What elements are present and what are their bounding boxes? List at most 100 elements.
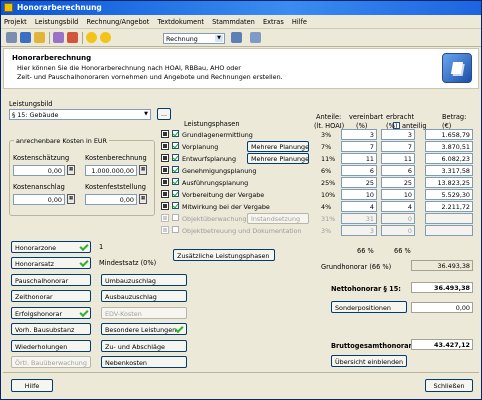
vereinbart-header: vereinbart — [349, 113, 384, 121]
phase-vereinbart-input: 3 — [341, 225, 377, 236]
menu-stammdaten[interactable]: Stammdaten — [209, 15, 258, 26]
phase-checkbox[interactable] — [172, 142, 179, 149]
sonderpositionen-button[interactable]: Sonderpositionen — [331, 301, 407, 313]
leistungsbild-select[interactable]: § 15: Gebäude ▼ — [9, 109, 151, 120]
phase-hoai-share: 25% — [321, 179, 336, 187]
menu-hilfe[interactable]: Hilfe — [289, 15, 310, 26]
anteile-sub-header: (lt. HOAI) — [314, 122, 345, 130]
ausbauzuschlag-button[interactable]: Ausbauzuschlag — [101, 290, 187, 302]
leistungsbild-more-button[interactable]: ... — [157, 108, 171, 120]
view-icon[interactable] — [161, 178, 169, 186]
menu-leistungsbild[interactable]: Leistungsbild — [32, 15, 81, 26]
phase-erbracht-input[interactable]: 25 — [381, 177, 415, 188]
menu-rechnung-angebot[interactable]: Rechnung/Angebot — [83, 15, 152, 26]
phase-erbracht-input[interactable]: 11 — [381, 153, 415, 164]
phase-vereinbart-input[interactable]: 11 — [341, 153, 377, 164]
vorhandene-bausubstanz-button[interactable]: Vorh. Bausubstanz — [11, 323, 91, 335]
view-icon[interactable] — [161, 142, 169, 150]
kostenberechnung-input[interactable]: 1.000.000,00 — [85, 165, 137, 176]
nebenkosten-button[interactable]: Nebenkosten — [101, 356, 187, 368]
phase-checkbox[interactable] — [172, 178, 179, 185]
phase-checkbox — [172, 226, 179, 233]
uebersicht-einblenden-button[interactable]: Übersicht einblenden — [331, 355, 407, 367]
chevron-down-icon: ▼ — [144, 111, 148, 117]
phase-vereinbart-input[interactable]: 6 — [341, 165, 377, 176]
phase-hoai-share: 4% — [321, 203, 332, 211]
paint-icon[interactable] — [67, 32, 78, 43]
calculator-icon[interactable]: ▦ — [139, 165, 147, 175]
zusaetzliche-leistungsphasen-button[interactable]: Zusätzliche Leistungsphasen — [173, 249, 275, 261]
kostenanschlag-label: Kostenanschlag — [13, 183, 65, 191]
view-icon[interactable] — [161, 130, 169, 138]
view-icon[interactable] — [161, 166, 169, 174]
view-icon[interactable] — [161, 190, 169, 198]
phase-vereinbart-input[interactable]: 3 — [341, 129, 377, 140]
calculator-icon[interactable]: ▦ — [139, 194, 147, 204]
kostenberechnung-label: Kostenberechnung — [85, 154, 147, 162]
phase-extra-button[interactable]: Mehrere Planungen — [247, 153, 309, 164]
phase-vereinbart-input[interactable]: 10 — [341, 189, 377, 200]
view-icon[interactable] — [161, 202, 169, 210]
print-icon[interactable] — [6, 32, 17, 43]
phase-erbracht-input[interactable]: 10 — [381, 189, 415, 200]
list-icon[interactable] — [231, 32, 242, 43]
bruttogesamthonorar-label: Bruttogesamthonorar: — [331, 342, 415, 350]
view-icon — [161, 226, 169, 234]
kostenanschlag-input[interactable]: 0,00 — [13, 194, 65, 205]
phase-vereinbart-input[interactable]: 25 — [341, 177, 377, 188]
pauschalhonorar-button[interactable]: Pauschalhonorar — [11, 274, 91, 286]
phase-name: Objektbetreuung und Dokumentation — [182, 227, 302, 235]
document-type-select[interactable]: Rechnung ▼ — [163, 33, 225, 44]
nettohonorar-label: Nettohonorar § 15: — [331, 285, 401, 293]
phase-checkbox[interactable] — [172, 190, 179, 197]
folder-icon[interactable] — [34, 32, 45, 43]
phase-erbracht-input[interactable]: 4 — [381, 201, 415, 212]
help-icon[interactable] — [86, 32, 97, 43]
phase-checkbox[interactable] — [172, 154, 179, 161]
phase-erbracht-input[interactable]: 3 — [381, 129, 415, 140]
phase-hoai-share: 31% — [321, 215, 336, 223]
window-icon[interactable] — [250, 32, 261, 43]
phase-erbracht-input: 0 — [381, 213, 415, 224]
calculator-icon[interactable]: ▦ — [67, 194, 75, 204]
phases-header-label: Leistungsphasen — [184, 120, 240, 128]
phase-vereinbart-input[interactable]: 7 — [341, 141, 377, 152]
phase-checkbox[interactable] — [172, 202, 179, 209]
phase-name: Grundlagenermittlung — [182, 131, 253, 139]
phase-betrag — [425, 213, 473, 224]
leistungsbild-label: Leistungsbild — [9, 100, 53, 108]
save-icon[interactable] — [20, 32, 31, 43]
menu-textdokument[interactable]: Textdokument — [154, 15, 207, 26]
menu-projekt[interactable]: Projekt — [1, 15, 30, 26]
honorarsatz-value: Mindestsatz (0%) — [99, 259, 157, 267]
phase-checkbox[interactable] — [172, 130, 179, 137]
zeithonorar-button[interactable]: Zeithonorar — [11, 290, 91, 302]
phase-betrag: 3.870,51 — [425, 141, 473, 152]
phase-erbracht-input[interactable]: 6 — [381, 165, 415, 176]
phase-betrag: 3.317,58 — [425, 165, 473, 176]
phase-betrag: 2.211,72 — [425, 201, 473, 212]
calculator-icon[interactable]: ▦ — [67, 165, 75, 175]
menu-extras[interactable]: Extras — [260, 15, 287, 26]
view-icon[interactable] — [161, 154, 169, 162]
phase-hoai-share: 3% — [321, 227, 332, 235]
edit-icon[interactable] — [53, 32, 64, 43]
phase-extra-button[interactable]: Mehrere Planungen — [247, 141, 309, 152]
info-icon[interactable] — [100, 32, 111, 43]
schliessen-button[interactable]: Schließen — [425, 379, 473, 392]
phase-vereinbart-input[interactable]: 4 — [341, 201, 377, 212]
besondere-leistungen-label: Besondere Leistungen — [105, 326, 177, 334]
phase-hoai-share: 11% — [321, 155, 336, 163]
hilfe-button[interactable]: Hilfe — [11, 379, 53, 392]
header-line-2: Zeit- und Pauschalhonoraren vornehmen un… — [17, 73, 283, 81]
kostenschaetzung-input[interactable]: 0,00 — [13, 165, 65, 176]
kostenfeststellung-input[interactable]: 0,00 — [85, 194, 137, 205]
wiederholungen-button[interactable]: Wiederholungen — [11, 340, 91, 352]
phase-erbracht-input[interactable]: 7 — [381, 141, 415, 152]
phase-betrag: 1.658,79 — [425, 129, 473, 140]
umbauzuschlag-button[interactable]: Umbauzuschlag — [101, 274, 187, 286]
phase-betrag: 6.082,23 — [425, 153, 473, 164]
phase-hoai-share: 6% — [321, 167, 332, 175]
phase-checkbox[interactable] — [172, 166, 179, 173]
zu-und-abschlaege-button[interactable]: Zu- und Abschläge — [101, 340, 187, 352]
